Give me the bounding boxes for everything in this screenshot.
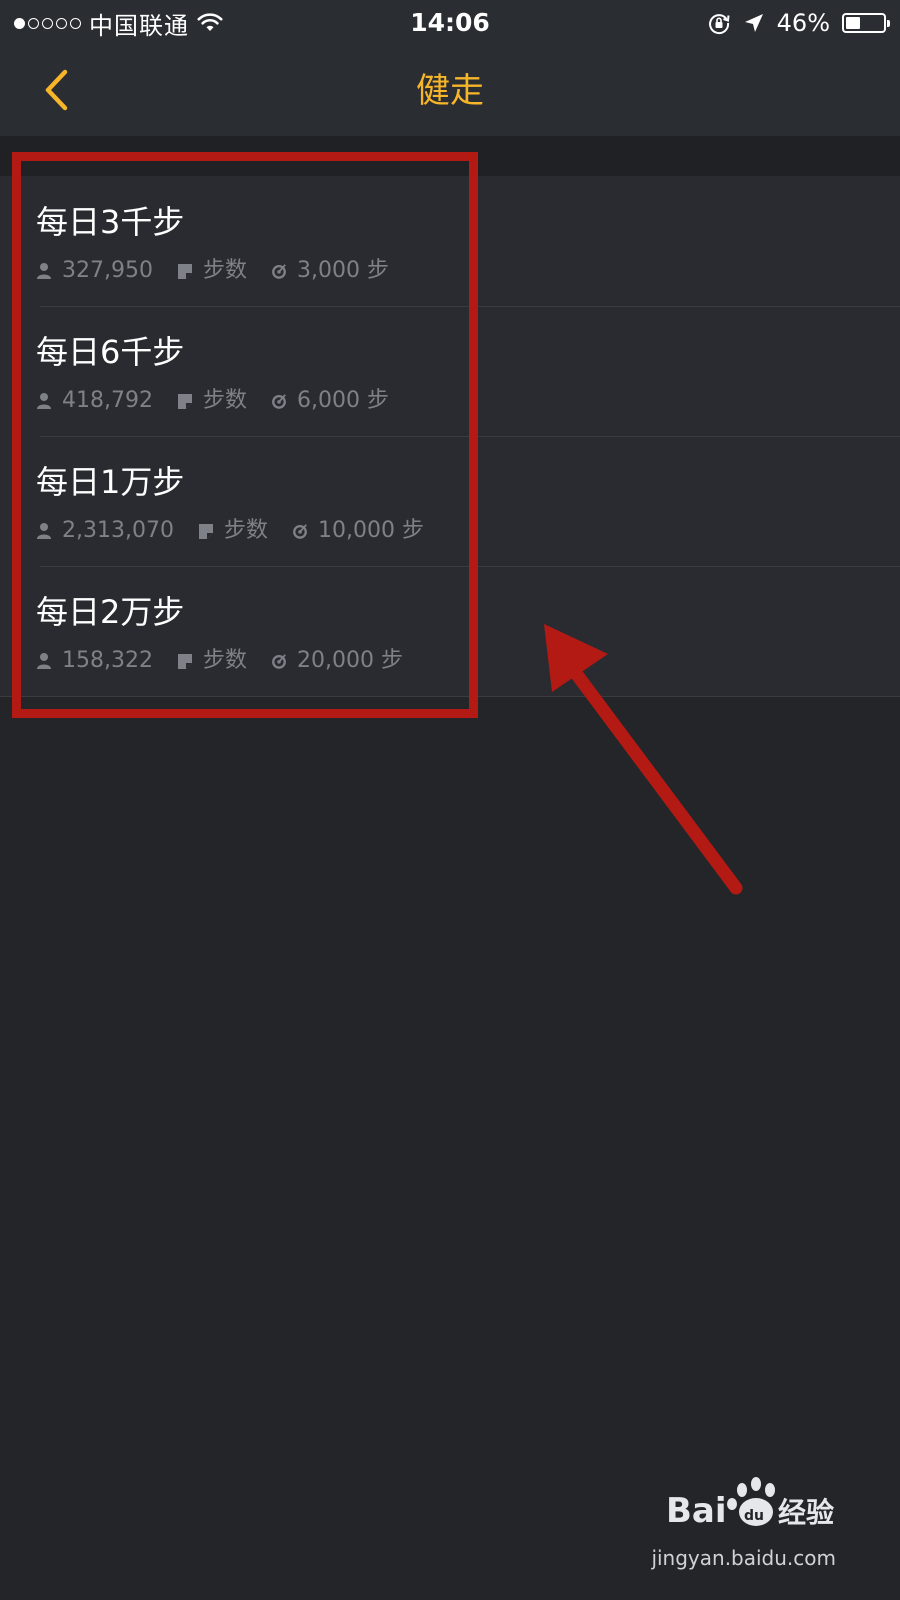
person-icon bbox=[37, 653, 51, 669]
list-item[interactable]: 每日3千步 327,950 步数 3,000 步 bbox=[0, 176, 900, 306]
list-item[interactable]: 每日6千步 418,792 步数 6,000 步 bbox=[0, 306, 900, 436]
participant-count: 418,792 bbox=[62, 388, 153, 413]
item-title: 每日1万步 bbox=[36, 463, 185, 501]
battery-level bbox=[846, 17, 861, 29]
challenge-category: 步数 bbox=[202, 388, 247, 413]
watermark: Bai du 经验 jingyan.baidu.com bbox=[651, 1468, 836, 1578]
target-icon bbox=[272, 264, 286, 279]
svg-text:Bai: Bai bbox=[666, 1491, 727, 1531]
item-meta: 158,322 步数 20,000 步 bbox=[36, 646, 427, 676]
challenge-category: 步数 bbox=[223, 518, 268, 543]
rotation-lock-icon bbox=[708, 14, 730, 35]
item-title: 每日6千步 bbox=[36, 333, 185, 371]
step-goal: 6,000 步 bbox=[297, 388, 389, 413]
challenge-list: 每日3千步 327,950 步数 3,000 步 每日6千步 418,792 步… bbox=[0, 176, 900, 697]
list-item[interactable]: 每日2万步 158,322 步数 20,000 步 bbox=[0, 566, 900, 696]
target-icon bbox=[272, 654, 286, 669]
item-title: 每日2万步 bbox=[36, 593, 185, 631]
status-right: 46% bbox=[707, 6, 890, 40]
status-bar: 中国联通 14:06 46% bbox=[0, 0, 900, 46]
item-meta: 327,950 步数 3,000 步 bbox=[36, 256, 413, 286]
step-goal: 20,000 步 bbox=[297, 648, 403, 673]
page-title: 健走 bbox=[416, 71, 484, 111]
item-title: 每日3千步 bbox=[36, 203, 185, 241]
svg-text:du: du bbox=[744, 1508, 764, 1524]
item-meta: 418,792 步数 6,000 步 bbox=[36, 386, 413, 416]
person-icon bbox=[37, 393, 51, 409]
note-icon bbox=[177, 654, 192, 669]
note-icon bbox=[198, 524, 213, 539]
battery-icon bbox=[842, 13, 890, 33]
target-icon bbox=[293, 524, 307, 539]
participant-count: 158,322 bbox=[62, 648, 153, 673]
participant-count: 327,950 bbox=[62, 258, 153, 283]
battery-percent: 46% bbox=[776, 9, 830, 37]
person-icon bbox=[37, 523, 51, 539]
svg-text:经验: 经验 bbox=[778, 1496, 834, 1529]
step-goal: 3,000 步 bbox=[297, 258, 389, 283]
note-icon bbox=[177, 264, 192, 279]
note-icon bbox=[177, 394, 192, 409]
location-arrow-icon bbox=[744, 14, 763, 32]
challenge-category: 步数 bbox=[202, 648, 247, 673]
app-screen: 中国联通 14:06 46% 健走 每日3千步 327,950 步数 3,000… bbox=[0, 0, 900, 1600]
watermark-url: jingyan.baidu.com bbox=[651, 1546, 836, 1570]
list-item[interactable]: 每日1万步 2,313,070 步数 10,000 步 bbox=[0, 436, 900, 566]
baidu-jingyan-logo-icon: Bai du 经验 bbox=[666, 1477, 834, 1531]
list-header-gap bbox=[0, 136, 900, 177]
item-meta: 2,313,070 步数 10,000 步 bbox=[36, 516, 448, 546]
nav-bar: 健走 bbox=[0, 46, 900, 136]
challenge-category: 步数 bbox=[202, 258, 247, 283]
participant-count: 2,313,070 bbox=[62, 518, 174, 543]
target-icon bbox=[272, 394, 286, 409]
step-goal: 10,000 步 bbox=[317, 518, 424, 543]
person-icon bbox=[37, 263, 51, 279]
